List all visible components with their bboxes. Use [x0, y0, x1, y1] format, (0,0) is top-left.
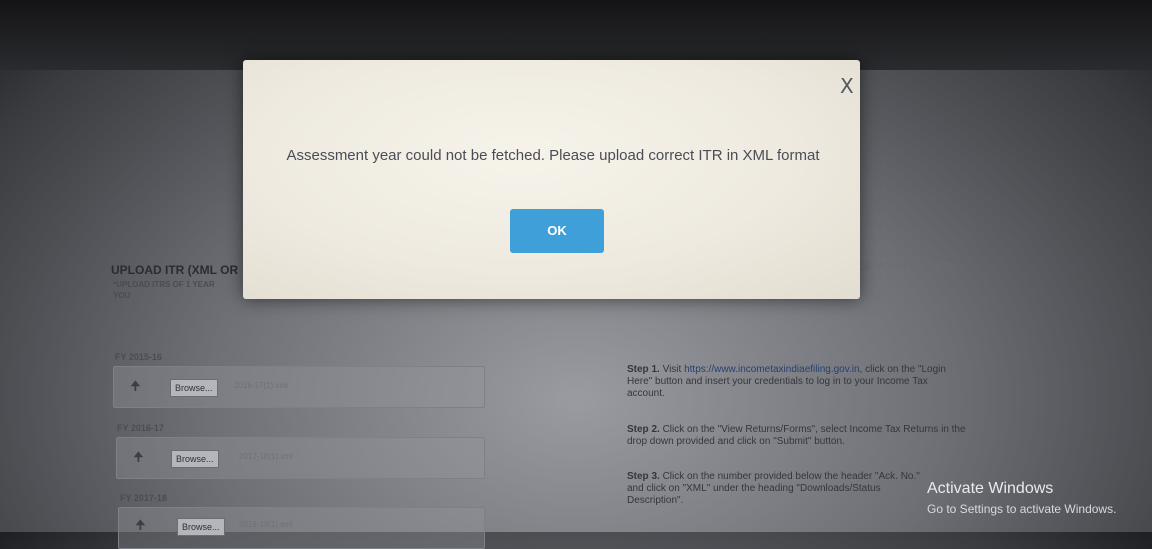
step-3: Step 3. Click on the number provided bel…	[627, 471, 927, 507]
upload-itr-subtitle-line2: YOU	[113, 291, 131, 300]
step-1-label: Step 1.	[627, 364, 660, 375]
fy-label-2017-18: FY 2017-18	[120, 493, 167, 503]
upload-arrow-icon: 🠉	[130, 378, 141, 393]
upload-arrow-icon: 🠉	[135, 517, 146, 532]
step-2-text: Click on the "View Returns/Forms", selec…	[627, 424, 966, 447]
step-2-label: Step 2.	[627, 424, 660, 435]
fy-label-2015-16: FY 2015-16	[115, 352, 162, 362]
ok-button[interactable]: OK	[510, 209, 604, 253]
browse-button-2015-16[interactable]: Browse...	[170, 379, 218, 397]
upload-arrow-icon: 🠉	[133, 449, 144, 464]
file-name-2015-16: 2016-17(1).xml	[234, 381, 288, 390]
browse-button-2017-18[interactable]: Browse...	[177, 518, 225, 536]
upload-itr-subtitle-line1: *UPLOAD ITRS OF 1 YEAR	[113, 280, 215, 289]
step-1: Step 1. Visit https://www.incometaxindia…	[627, 364, 967, 400]
activate-windows-title: Activate Windows	[927, 480, 1054, 497]
step-2: Step 2. Click on the "View Returns/Forms…	[627, 424, 967, 448]
file-name-2016-17: 2017-18(1).xml	[239, 452, 293, 461]
error-dialog: X Assessment year could not be fetched. …	[243, 60, 860, 299]
activate-windows-subtitle: Go to Settings to activate Windows.	[927, 502, 1117, 516]
step-3-text: Click on the number provided below the h…	[627, 471, 920, 506]
browse-button-2016-17[interactable]: Browse...	[171, 450, 219, 468]
upload-row-2015-16: 🠉 Browse... 2016-17(1).xml	[113, 366, 485, 408]
file-name-2017-18: 2018-19(1).xml	[239, 520, 293, 529]
upload-itr-title: UPLOAD ITR (XML OR	[111, 263, 239, 277]
dialog-message: Assessment year could not be fetched. Pl…	[286, 147, 820, 164]
step-1-pre: Visit	[659, 364, 685, 375]
instructions-title: OF YOUR INCOME	[857, 261, 954, 273]
fy-label-2016-17: FY 2016-17	[117, 423, 164, 433]
upload-row-2016-17: 🠉 Browse... 2017-18(1).xml	[116, 437, 485, 479]
upload-row-2017-18: 🠉 Browse... 2018-19(1).xml	[118, 507, 485, 549]
step-1-link[interactable]: https://www.incometaxindiaefiling.gov.in	[684, 364, 859, 375]
close-icon[interactable]: X	[840, 74, 854, 98]
step-3-label: Step 3.	[627, 471, 660, 482]
upload-itr-subtitle: *UPLOAD ITRS OF 1 YEAR YOU	[113, 279, 253, 301]
